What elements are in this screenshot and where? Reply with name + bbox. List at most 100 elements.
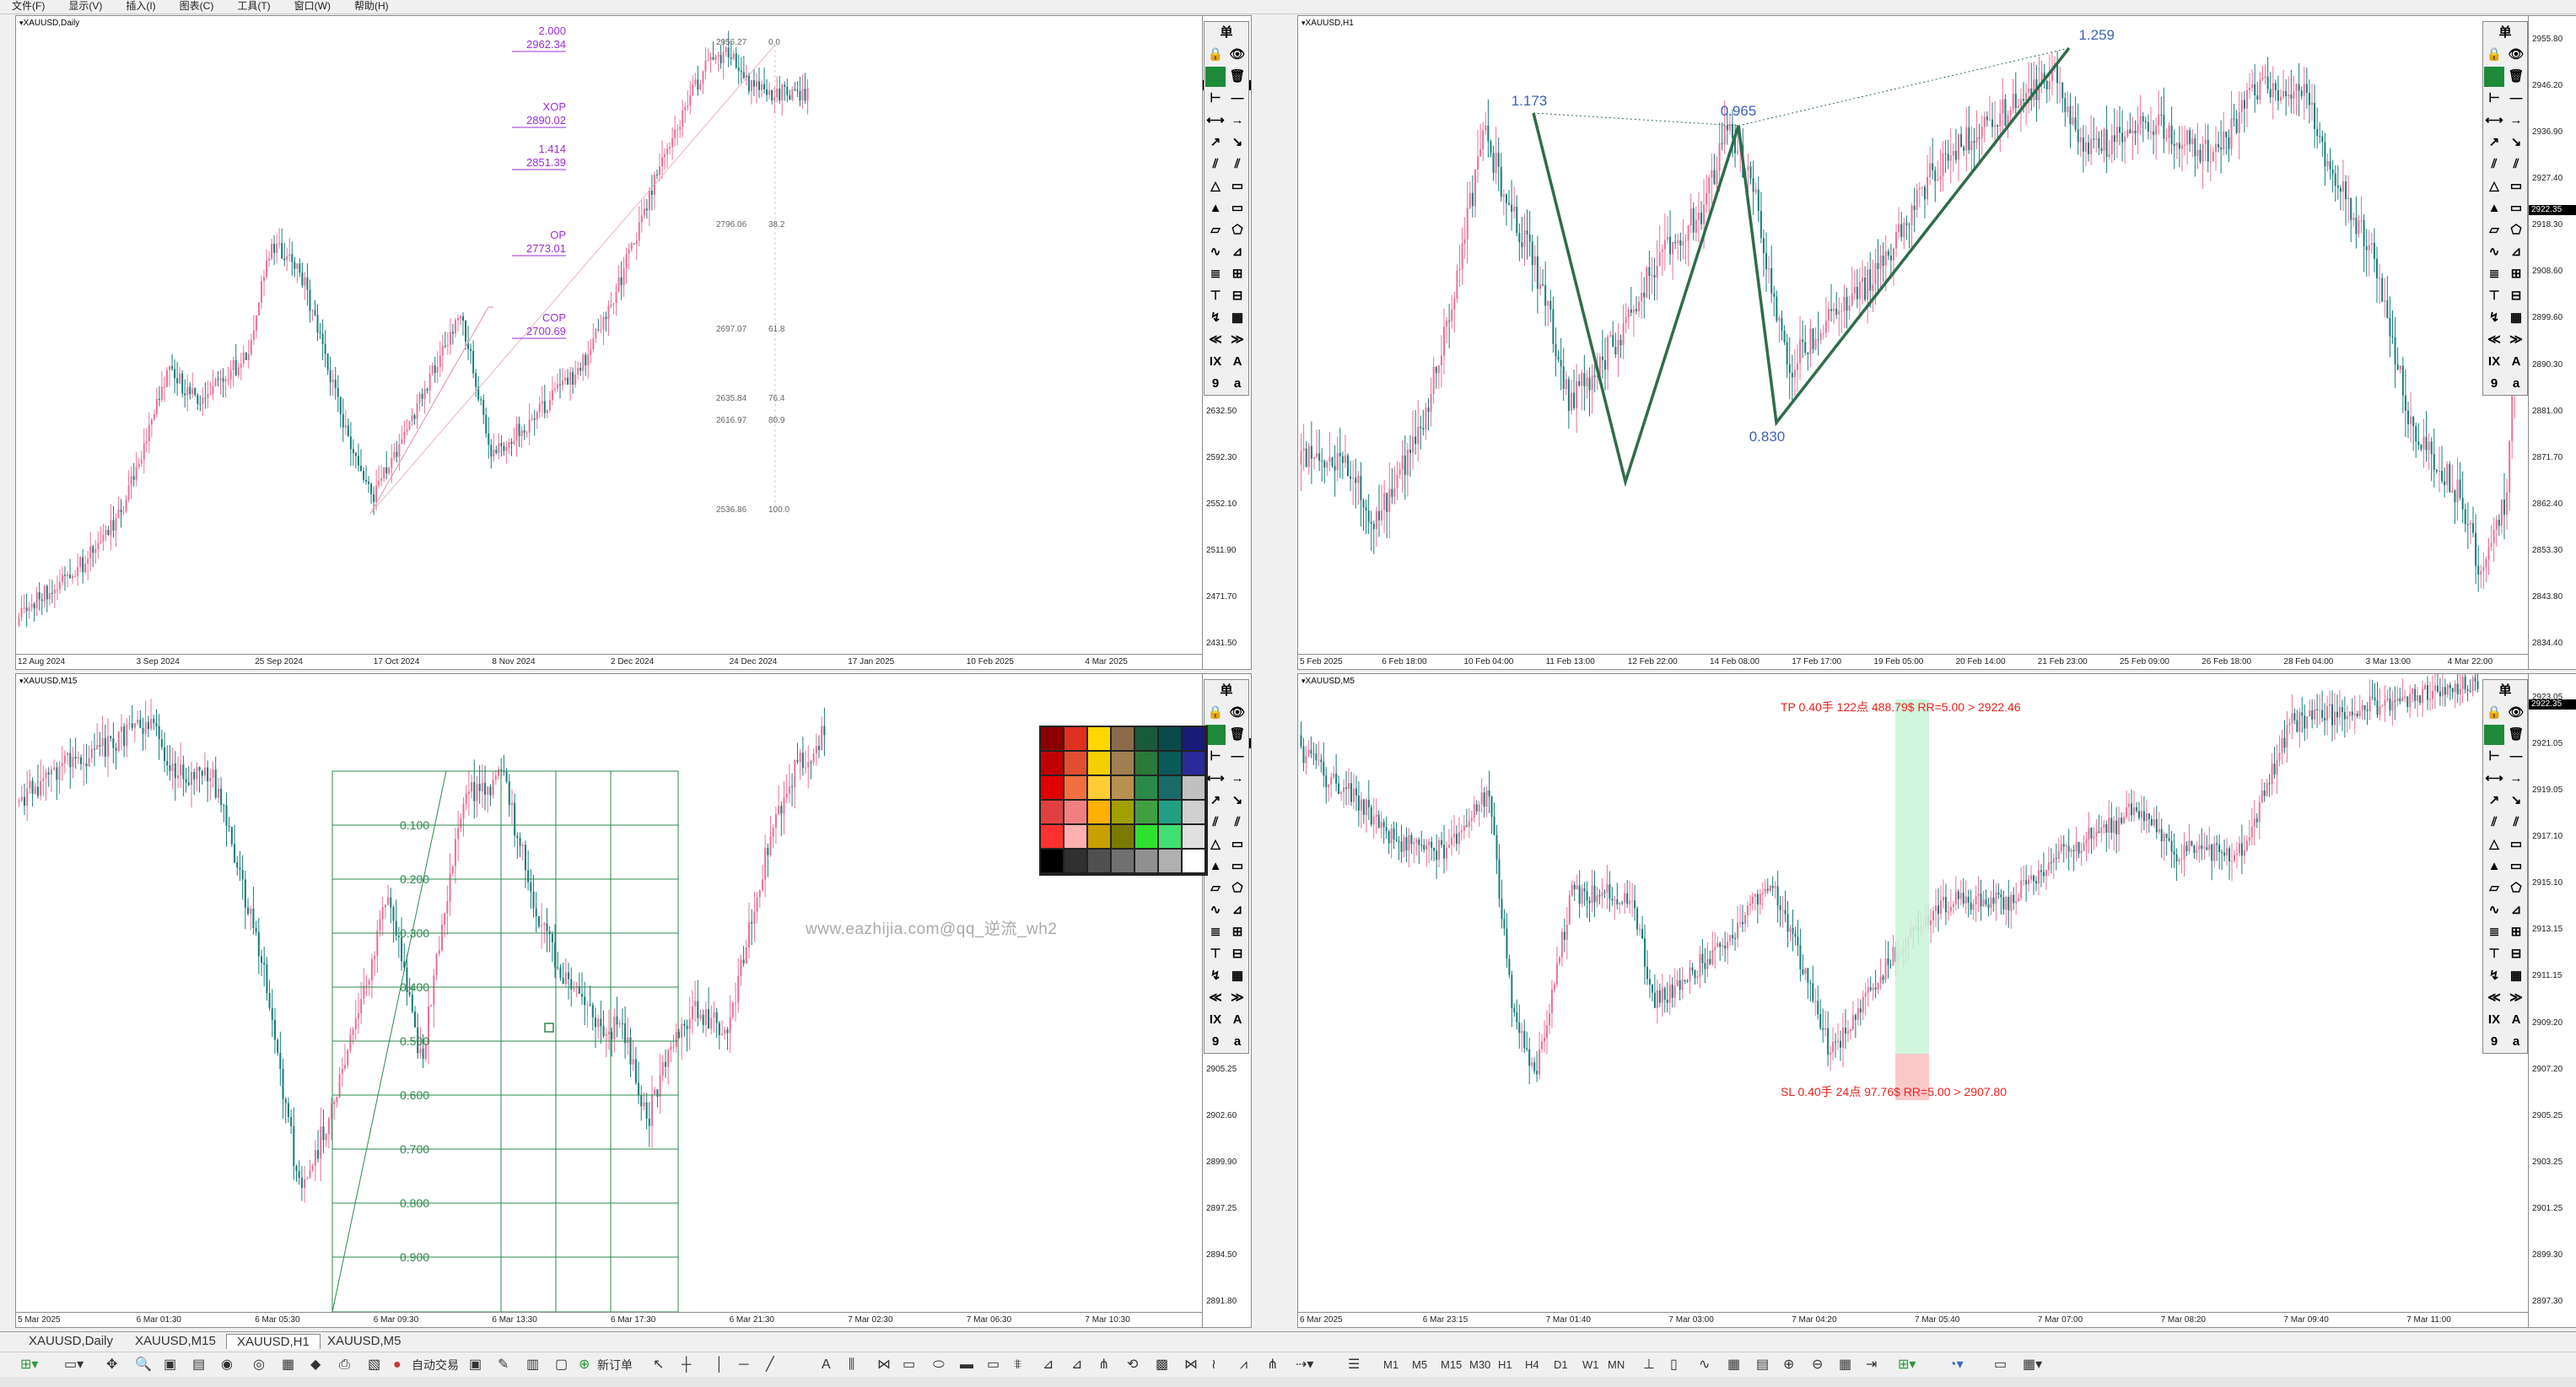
palette-tool-button[interactable]: A <box>1227 352 1248 372</box>
palette-tool-button[interactable]: ⊟ <box>2506 286 2526 306</box>
palette-tool-button[interactable]: ⫽ <box>1227 154 1248 175</box>
palette-tool-button[interactable]: ↗ <box>1205 132 1226 153</box>
menu-charts[interactable]: 图表(C) <box>168 0 226 12</box>
color-swatch[interactable] <box>1159 850 1181 872</box>
palette-tool-button[interactable]: → <box>1227 111 1248 131</box>
color-swatch[interactable] <box>1183 801 1204 823</box>
palette-tool-button[interactable]: ⊟ <box>1227 944 1248 964</box>
color-swatch[interactable] <box>1088 801 1110 823</box>
palette-tool-button[interactable]: ↗ <box>2484 791 2504 811</box>
palette-tool-button[interactable]: ▭ <box>1227 834 1248 855</box>
color-swatch[interactable] <box>1041 850 1063 872</box>
color-swatch[interactable] <box>1159 801 1181 823</box>
palette-tool-button[interactable]: ≪ <box>2484 988 2504 1008</box>
auto-trade-icon[interactable]: ● <box>393 1357 401 1373</box>
color-swatch[interactable] <box>1183 727 1204 750</box>
menu-window[interactable]: 窗口(W) <box>283 0 342 12</box>
trendline-icon[interactable]: ╱ <box>766 1357 774 1373</box>
palette-tool-button[interactable]: ⟷ <box>1205 111 1226 131</box>
palette-tool-button[interactable]: ≣ <box>2484 922 2504 942</box>
time-axis[interactable]: 5 Mar 2025 6 Mar 01:30 6 Mar 05:30 6 Mar 09… <box>16 1312 1202 1327</box>
wave-icon[interactable]: ≀ <box>1211 1357 1216 1373</box>
palette-tool-button[interactable]: ⊢ <box>2484 89 2504 109</box>
palette-tool-button[interactable]: 单 <box>2495 681 2515 701</box>
chart-daily[interactable]: 2956.27 0.0 2796.06 38.2 2697.07 61.8 2635.84 7… <box>15 15 1252 670</box>
palette-tool-button[interactable]: ▭ <box>2506 856 2526 877</box>
zigzag-icon[interactable]: ⩘ <box>1240 1357 1248 1373</box>
palette-tool-button[interactable]: → <box>1227 769 1248 789</box>
terminal-window-icon[interactable]: ▢ <box>555 1357 568 1373</box>
tab-xauusd-daily[interactable]: XAUUSD,Daily <box>19 1334 123 1348</box>
palette-tool-button[interactable]: 9 <box>1205 374 1226 394</box>
period-d1[interactable]: D1 <box>1554 1357 1568 1373</box>
tab-xauusd-m15[interactable]: XAUUSD,M15 <box>125 1334 226 1348</box>
new-order-button[interactable]: 新订单 <box>597 1357 633 1373</box>
palette-tool-button[interactable]: IX <box>1205 1010 1226 1030</box>
horizontal-line-icon[interactable]: ─ <box>739 1357 748 1373</box>
grid-icon[interactable]: ▩ <box>1156 1357 1168 1373</box>
palette-tool-button[interactable]: ↘ <box>2506 791 2526 811</box>
new-order-icon[interactable]: ⊕ <box>579 1357 590 1373</box>
palette-tool-button[interactable]: ≪ <box>1205 988 1226 1008</box>
price-axis[interactable]: 2923.05 2921.05 2919.05 2917.10 2915.10 2913.… <box>2528 674 2576 1327</box>
palette-tool-button[interactable]: ▭ <box>2506 834 2526 855</box>
palette-tool-button[interactable]: ⬠ <box>2506 878 2526 899</box>
palette-tool-button[interactable]: ≫ <box>2506 330 2526 350</box>
market-watch-icon[interactable]: ◎ <box>253 1357 265 1373</box>
palette-tool-button[interactable]: 9 <box>2484 374 2504 394</box>
palette-tool-button[interactable]: ■ <box>2484 67 2504 87</box>
palette-tool-button[interactable]: — <box>2506 89 2526 109</box>
palette-tool-button[interactable]: ▦ <box>1227 966 1248 986</box>
palette-tool-button[interactable]: 🗑 <box>1227 67 1248 87</box>
palette-tool-button[interactable]: ■ <box>2484 725 2504 745</box>
palette-tool-button[interactable]: 👁 <box>2506 703 2526 723</box>
palette-tool-button[interactable]: 🗑 <box>2506 725 2526 745</box>
menu-help[interactable]: 帮助(H) <box>342 0 401 12</box>
palette-tool-button[interactable]: 🗑 <box>1227 725 1248 745</box>
templates-menu-icon[interactable]: ▦▾ <box>2023 1357 2042 1373</box>
add-indicator-icon[interactable]: ⊞▾ <box>1898 1357 1916 1373</box>
globe-icon[interactable]: ◉ <box>221 1357 233 1373</box>
color-swatch[interactable] <box>1041 825 1063 848</box>
color-swatch[interactable] <box>1088 727 1110 750</box>
palette-tool-button[interactable]: ⊞ <box>2506 922 2526 942</box>
palette-tool-button[interactable]: ⊿ <box>1227 242 1248 262</box>
color-swatch[interactable] <box>1064 825 1086 848</box>
palette-tool-button[interactable]: 👁 <box>1227 45 1248 65</box>
palette-tool-button[interactable]: ↗ <box>2484 132 2504 153</box>
candlestick-icon[interactable]: ▯ <box>1670 1357 1678 1373</box>
palette-tool-button[interactable]: ⫽ <box>1205 812 1226 833</box>
palette-tool-button[interactable]: ↯ <box>2484 308 2504 328</box>
color-swatch[interactable] <box>1135 752 1157 774</box>
text-icon[interactable]: A <box>822 1357 831 1373</box>
color-swatch[interactable] <box>1112 850 1134 872</box>
palette-tool-button[interactable]: ⊿ <box>1227 900 1248 920</box>
channel-icon[interactable]: ⫼ <box>849 1357 854 1373</box>
fibo-fan-icon[interactable]: ⊿ <box>1043 1357 1054 1373</box>
color-swatch[interactable] <box>1159 752 1181 774</box>
palette-tool-button[interactable]: ▲ <box>2484 856 2504 877</box>
chart-m5[interactable]: TP 0.40手 122点 488.79$ RR=5.00 > 2922.46 S… <box>1297 673 2576 1328</box>
cursor-icon[interactable]: ↖ <box>653 1357 664 1373</box>
palette-tool-button[interactable]: IX <box>1205 352 1226 372</box>
palette-tool-button[interactable]: △ <box>1205 176 1226 197</box>
indicators-icon[interactable]: ▦ <box>1727 1357 1740 1373</box>
palette-tool-button[interactable]: ∿ <box>1205 242 1226 262</box>
palette-tool-button[interactable]: 9 <box>1205 1032 1226 1052</box>
color-swatch[interactable] <box>1183 825 1204 848</box>
color-swatch[interactable] <box>1135 776 1157 799</box>
color-swatch[interactable] <box>1112 752 1134 774</box>
menu-tools[interactable]: 工具(T) <box>225 0 282 12</box>
palette-tool-button[interactable]: → <box>2506 111 2526 131</box>
periodicity-icon[interactable]: ◔▾ <box>1948 1357 1964 1373</box>
palette-tool-button[interactable]: a <box>1227 374 1248 394</box>
auto-trade-button[interactable]: 自动交易 <box>412 1357 459 1373</box>
list-icon[interactable]: ☰ <box>1348 1357 1360 1373</box>
period-m5[interactable]: M5 <box>1412 1357 1427 1373</box>
palette-tool-button[interactable]: ≫ <box>1227 988 1248 1008</box>
fibo-icon[interactable]: ⩨ <box>1014 1357 1021 1373</box>
palette-tool-button[interactable]: 9 <box>2484 1032 2504 1052</box>
color-swatch[interactable] <box>1112 776 1134 799</box>
palette-tool-button[interactable]: ⊞ <box>1227 922 1248 942</box>
palette-tool-button[interactable]: ≫ <box>1227 330 1248 350</box>
